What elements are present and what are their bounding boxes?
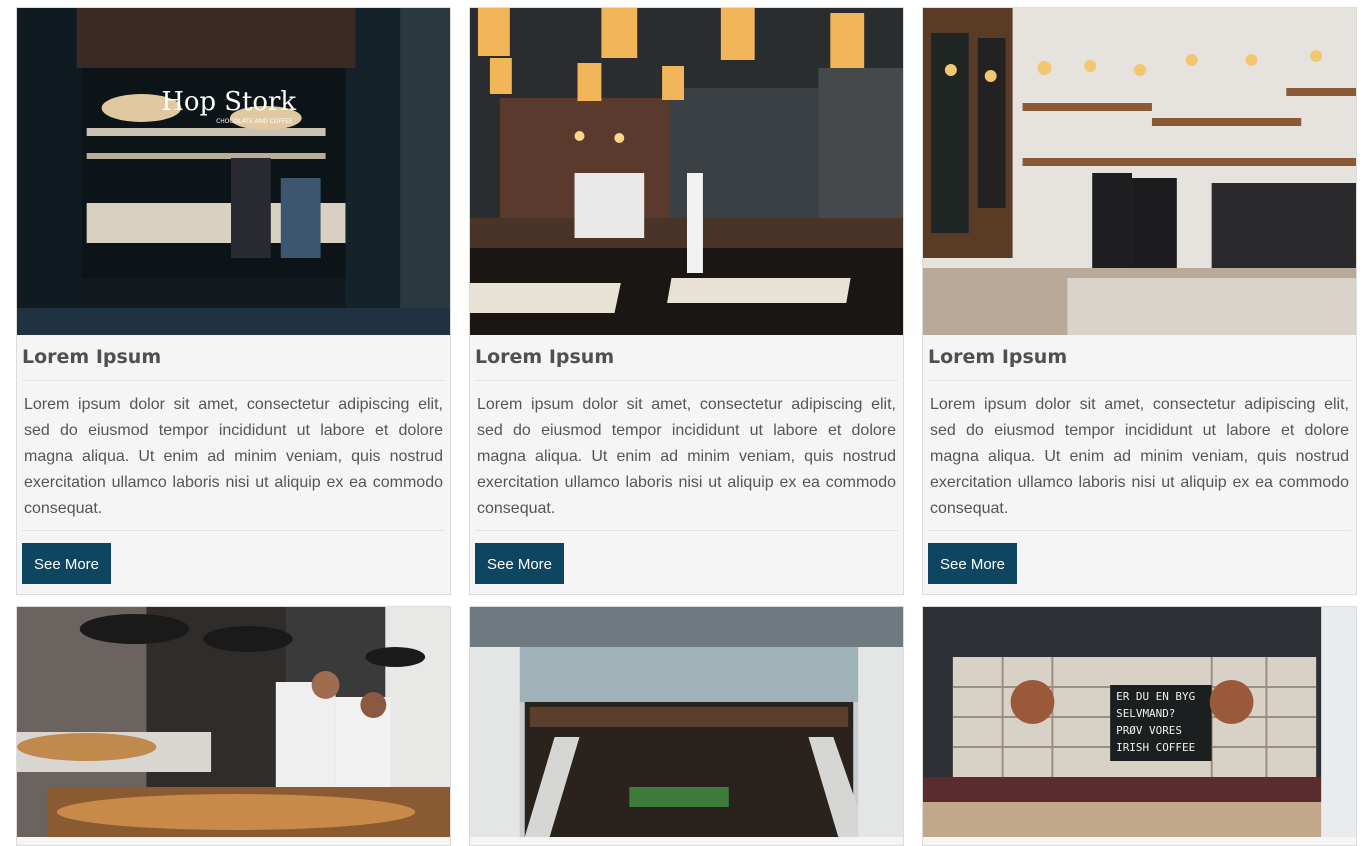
chalkboard-line-2: SELVMAND? — [1116, 707, 1175, 720]
chalkboard-line-1: ER DU EN BYG — [1116, 690, 1195, 703]
cafe-photo-storefront: Hop Stork CHOCOLATE AND COFFEE — [17, 8, 450, 335]
card-description: Lorem ipsum dolor sit amet, consectetur … — [24, 396, 443, 517]
card-title: Lorem Ipsum — [22, 346, 162, 368]
see-more-button[interactable]: See More — [928, 543, 1017, 584]
chalkboard-line-3: PRØV VORES — [1116, 724, 1182, 737]
cafe-card-2: Lorem Ipsum Lorem ipsum dolor sit amet, … — [469, 7, 904, 595]
divider — [22, 530, 445, 531]
card-title: Lorem Ipsum — [928, 346, 1068, 368]
cafe-photo-glass-atrium — [470, 607, 903, 837]
divider — [928, 530, 1351, 531]
see-more-button[interactable]: See More — [22, 543, 111, 584]
cafe-card-4 — [16, 606, 451, 846]
cafe-photo-chalkboard-lounge: ER DU EN BYG SELVMAND? PRØV VORES IRISH … — [923, 607, 1356, 837]
card-description: Lorem ipsum dolor sit amet, consectetur … — [930, 396, 1349, 517]
cafe-card-6: ER DU EN BYG SELVMAND? PRØV VORES IRISH … — [922, 606, 1357, 846]
card-description: Lorem ipsum dolor sit amet, consectetur … — [477, 396, 896, 517]
cafe-photo-bakery — [17, 607, 450, 837]
card-grid: Hop Stork CHOCOLATE AND COFFEE Lorem Ips… — [0, 0, 1372, 846]
cafe-card-3: Lorem Ipsum Lorem ipsum dolor sit amet, … — [922, 7, 1357, 595]
cafe-card-1: Hop Stork CHOCOLATE AND COFFEE Lorem Ips… — [16, 7, 451, 595]
cafe-photo-pendant-lights — [470, 8, 903, 335]
see-more-button[interactable]: See More — [475, 543, 564, 584]
cafe-card-5 — [469, 606, 904, 846]
card-title: Lorem Ipsum — [475, 346, 615, 368]
storefront-sign-subtext: CHOCOLATE AND COFFEE — [216, 118, 293, 125]
chalkboard-line-4: IRISH COFFEE — [1116, 741, 1195, 754]
cafe-photo-coffee-bar — [923, 8, 1356, 335]
storefront-sign-text: Hop Stork — [161, 87, 296, 117]
divider — [475, 530, 898, 531]
